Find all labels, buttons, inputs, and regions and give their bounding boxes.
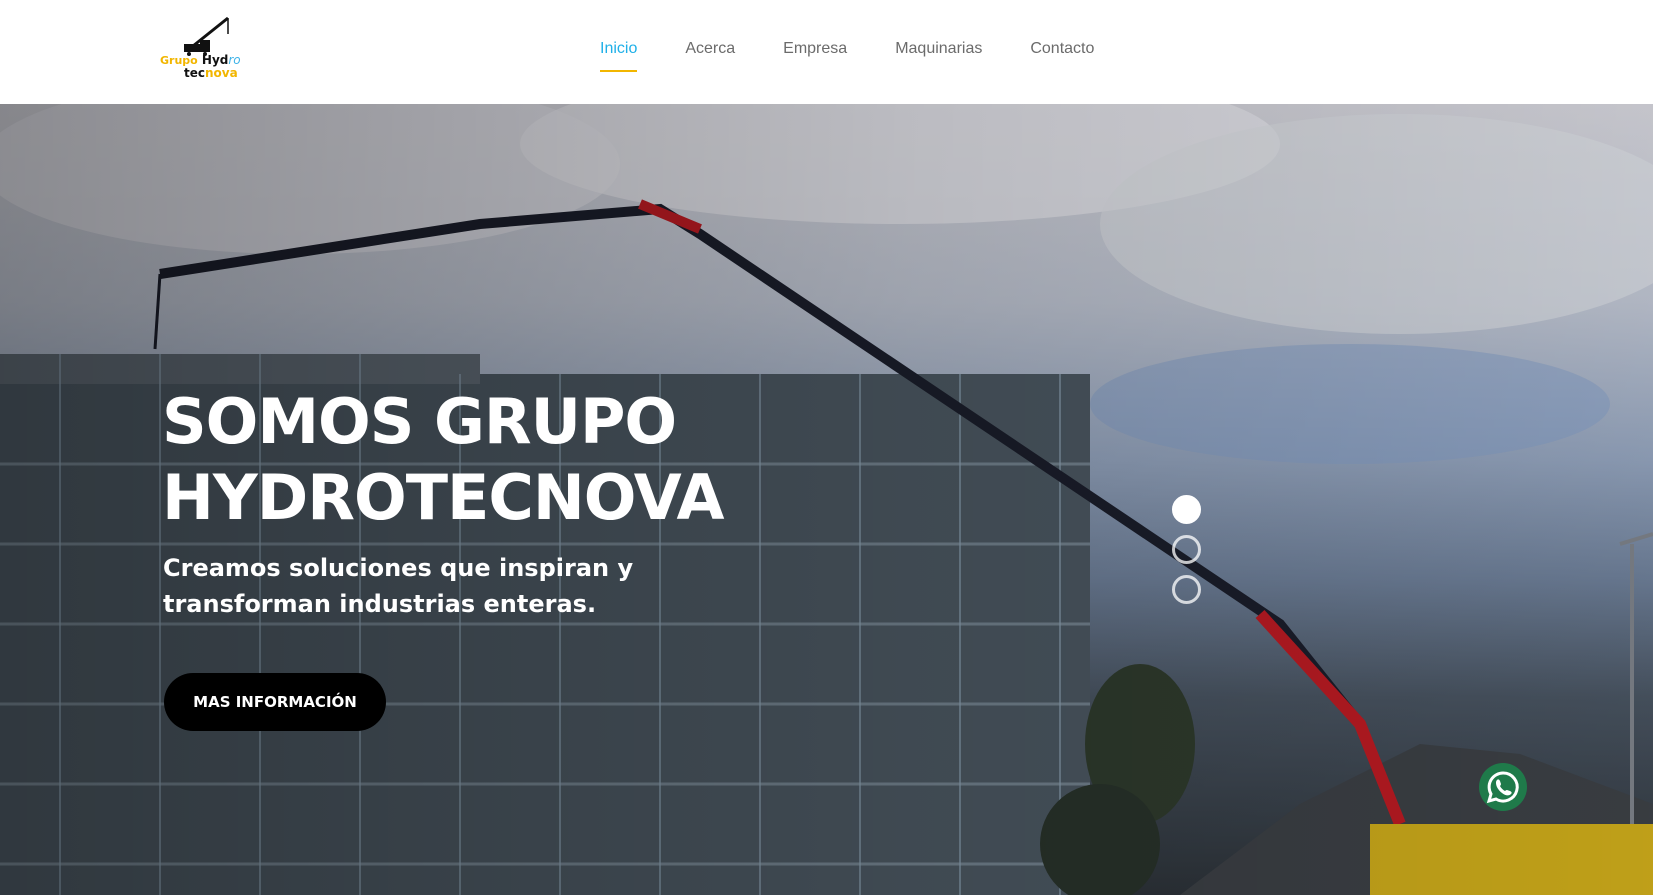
logo-hyd: Hyd [201, 53, 229, 67]
nav-item-contacto[interactable]: Contacto [1030, 38, 1094, 68]
logo-nova: nova [205, 66, 238, 80]
hero-title-line2: HYDROTECNOVA [162, 461, 725, 534]
hero-title-line1: SOMOS GRUPO [162, 385, 677, 458]
whatsapp-icon [1486, 771, 1519, 804]
slider-dots [1172, 495, 1201, 615]
whatsapp-button[interactable] [1479, 763, 1527, 811]
nav-item-inicio[interactable]: Inicio [600, 38, 638, 72]
nav-item-acerca[interactable]: Acerca [685, 38, 735, 68]
hero-banner: SOMOS GRUPO HYDROTECNOVA Creamos solucio… [0, 104, 1653, 895]
nav-item-maquinarias[interactable]: Maquinarias [895, 38, 982, 68]
crane-icon [184, 16, 229, 56]
nav-item-empresa[interactable]: Empresa [783, 38, 847, 68]
hero-title: SOMOS GRUPO HYDROTECNOVA [162, 384, 862, 536]
site-logo[interactable]: Grupo Hydro tecnova [160, 14, 260, 84]
logo-tec: tec [184, 66, 205, 80]
slider-dot-1[interactable] [1172, 495, 1201, 524]
main-nav: Inicio Acerca Empresa Maquinarias Contac… [600, 38, 1094, 72]
site-header: Grupo Hydro tecnova Inicio Acerca Empres… [0, 0, 1653, 104]
slider-dot-3[interactable] [1172, 575, 1201, 604]
hero-subtitle: Creamos soluciones que inspiran y transf… [163, 554, 634, 618]
slider-dot-2[interactable] [1172, 535, 1201, 564]
logo-wordmark: Grupo Hydro tecnova [160, 54, 260, 80]
more-info-button[interactable]: MAS INFORMACIÓN [164, 673, 386, 731]
logo-ro: ro [228, 53, 241, 67]
